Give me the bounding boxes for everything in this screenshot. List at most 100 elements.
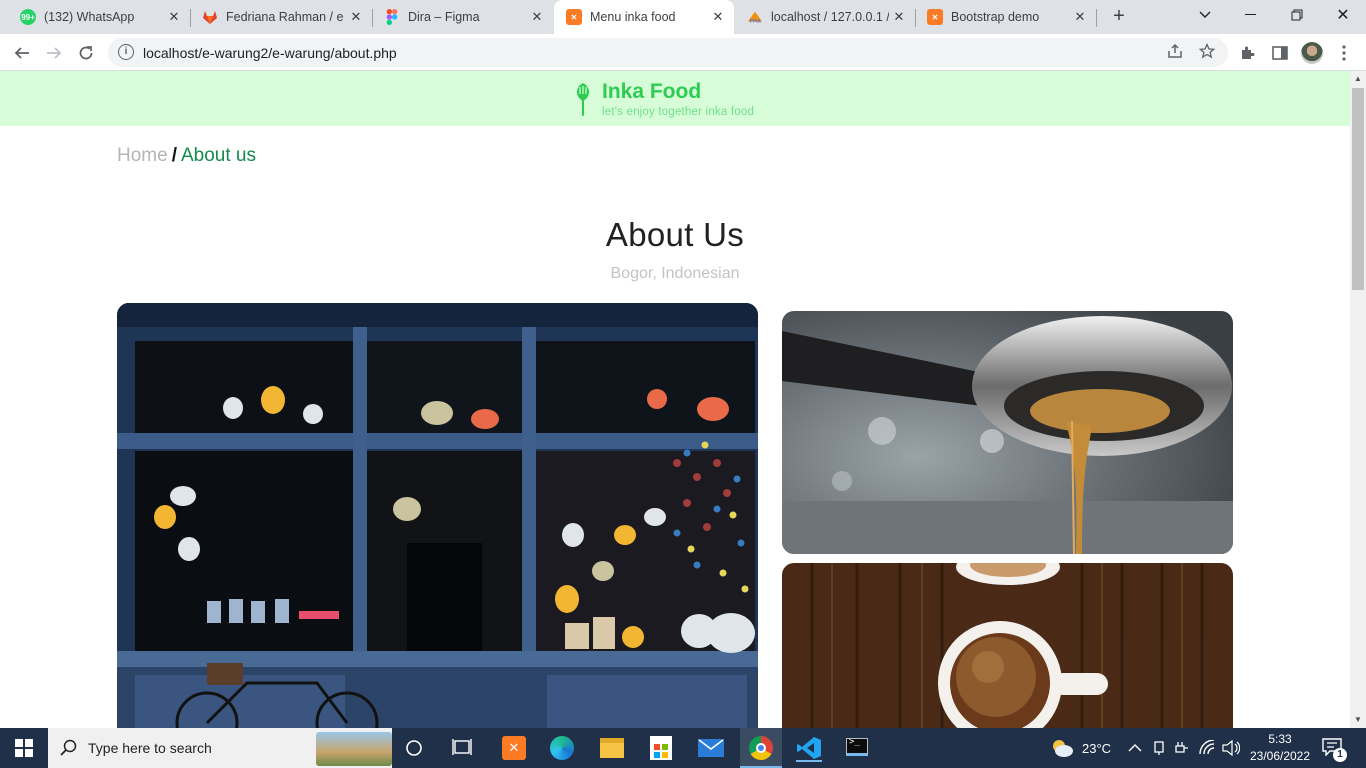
- scroll-up-arrow-icon[interactable]: ▲: [1350, 71, 1366, 87]
- minimize-button[interactable]: [1228, 0, 1274, 30]
- close-icon[interactable]: ✕: [891, 9, 907, 25]
- vscode-icon: [797, 737, 821, 759]
- tab-label: Menu inka food: [590, 10, 676, 24]
- scrollbar-thumb[interactable]: [1352, 88, 1364, 290]
- tray-power[interactable]: [1174, 740, 1190, 756]
- task-view-button[interactable]: [404, 738, 426, 758]
- url-text[interactable]: localhost/e-warung2/e-warung/about.php: [143, 45, 397, 61]
- search-highlight-image: [316, 732, 392, 766]
- site-header: Inka Food let's enjoy together inka food: [0, 71, 1350, 126]
- tab-gitlab[interactable]: Fedriana Rahman / e-w ✕: [190, 0, 372, 34]
- tab-badge: 99+: [21, 12, 35, 22]
- windows-logo-icon: [15, 739, 33, 757]
- side-panel-button[interactable]: [1268, 41, 1292, 65]
- page-viewport: Inka Food let's enjoy together inka food…: [0, 71, 1350, 728]
- page-scrollbar[interactable]: ▲ ▼: [1350, 71, 1366, 728]
- tab-label: Bootstrap demo: [951, 10, 1040, 24]
- tab-whatsapp[interactable]: 99+ (132) WhatsApp ✕: [0, 0, 190, 34]
- search-icon: [60, 739, 77, 756]
- tray-wifi[interactable]: [1198, 739, 1216, 756]
- profile-button[interactable]: [1300, 41, 1324, 65]
- coffee-cup-photo: [782, 563, 1233, 728]
- taskbar-search-box[interactable]: Type here to search: [48, 728, 392, 768]
- side-panel-icon: [1272, 46, 1288, 60]
- taskbar-xampp[interactable]: ✕: [502, 736, 526, 760]
- restore-button[interactable]: [1274, 0, 1320, 30]
- tab-figma[interactable]: Dira – Figma ✕: [372, 0, 553, 34]
- taskbar-mail[interactable]: [698, 739, 724, 757]
- tab-separator: [1096, 9, 1097, 27]
- task-view-icon-button[interactable]: [452, 738, 474, 758]
- extensions-button[interactable]: [1236, 41, 1260, 65]
- xampp-icon: ✕: [508, 740, 520, 755]
- close-icon[interactable]: ✕: [166, 9, 182, 25]
- clock[interactable]: 5:33 23/06/2022: [1248, 731, 1312, 765]
- tab-label: (132) WhatsApp: [44, 10, 135, 24]
- close-window-button[interactable]: ✕: [1320, 0, 1366, 30]
- search-placeholder: Type here to search: [88, 740, 212, 756]
- temperature: 23°C: [1082, 740, 1112, 756]
- menu-button[interactable]: [1332, 41, 1356, 65]
- close-icon[interactable]: ✕: [710, 9, 726, 25]
- tray-usb[interactable]: [1152, 740, 1166, 756]
- breadcrumb-current: About us: [180, 145, 256, 166]
- browser-toolbar: i localhost/e-warung2/e-warung/about.php: [0, 34, 1366, 71]
- reload-button[interactable]: [74, 41, 98, 65]
- close-icon[interactable]: ✕: [529, 9, 545, 25]
- address-bar[interactable]: i localhost/e-warung2/e-warung/about.php: [108, 38, 1228, 67]
- task-view-icon: [452, 739, 472, 755]
- location-subtitle: Bogor, Indonesian: [610, 265, 740, 282]
- brand[interactable]: Inka Food let's enjoy together inka food: [572, 81, 754, 119]
- taskbar-edge[interactable]: [550, 736, 574, 760]
- minimize-icon: [1245, 14, 1256, 15]
- weather-widget[interactable]: 23°C: [1050, 736, 1111, 760]
- start-button[interactable]: [0, 728, 48, 768]
- arrow-left-icon: [14, 47, 29, 59]
- show-hidden-icons-button[interactable]: [1128, 740, 1142, 754]
- taskbar-store[interactable]: [650, 736, 672, 760]
- puzzle-icon: [1242, 46, 1255, 59]
- taskbar-terminal[interactable]: >_: [846, 737, 868, 756]
- notification-center-button[interactable]: 1: [1322, 738, 1347, 762]
- taskbar-file-explorer[interactable]: [600, 738, 624, 758]
- close-icon[interactable]: ✕: [1072, 9, 1088, 25]
- chevron-up-icon: [1128, 744, 1142, 752]
- wifi-icon: [1199, 739, 1215, 755]
- whatsapp-icon: 99+: [20, 9, 36, 25]
- site-info-icon[interactable]: i: [118, 44, 134, 60]
- forward-button[interactable]: [42, 41, 66, 65]
- close-icon: ✕: [1336, 7, 1350, 24]
- brand-name: Inka Food: [602, 80, 702, 103]
- share-icon[interactable]: [1167, 43, 1183, 63]
- restore-icon: [1291, 9, 1303, 21]
- svg-text:PMA: PMA: [750, 18, 762, 24]
- tray-volume[interactable]: [1222, 739, 1241, 757]
- windows-taskbar: Type here to search ✕ >_ 23°C 5:33 23/06…: [0, 728, 1366, 768]
- tab-label: Fedriana Rahman / e-w: [226, 10, 344, 24]
- espresso-machine-photo: [782, 311, 1233, 554]
- scroll-down-arrow-icon[interactable]: ▼: [1350, 712, 1366, 728]
- terminal-icon: >_: [849, 737, 860, 747]
- breadcrumb-home-link[interactable]: Home: [117, 145, 168, 166]
- store-icon: [654, 744, 668, 758]
- clock-time: 5:33: [1268, 732, 1292, 746]
- taskbar-chrome[interactable]: [740, 728, 782, 768]
- back-button[interactable]: [10, 41, 34, 65]
- notification-badge: 1: [1333, 748, 1347, 762]
- tab-phpmyadmin[interactable]: PMA localhost / 127.0.0.1 / ✕: [735, 0, 915, 34]
- new-tab-button[interactable]: +: [1108, 6, 1130, 28]
- tab-menu-inka-food[interactable]: ✕ Menu inka food ✕: [554, 0, 734, 34]
- avatar: [1301, 42, 1323, 64]
- close-icon[interactable]: ✕: [348, 9, 364, 25]
- browser-tab-strip: 99+ (132) WhatsApp ✕ Fedriana Rahman / e…: [0, 0, 1366, 34]
- tab-label: Dira – Figma: [408, 10, 480, 24]
- usb-device-icon: [1154, 741, 1164, 755]
- page-title: About Us: [605, 216, 745, 253]
- storefront-photo: [117, 303, 758, 728]
- bookmark-star-icon[interactable]: [1198, 42, 1216, 63]
- tab-bootstrap-demo[interactable]: ✕ Bootstrap demo ✕: [915, 0, 1096, 34]
- more-vert-icon: [1342, 45, 1346, 61]
- breadcrumb: Home / About us: [117, 145, 256, 167]
- taskbar-vscode[interactable]: [796, 736, 822, 762]
- tab-search-button[interactable]: [1182, 0, 1228, 30]
